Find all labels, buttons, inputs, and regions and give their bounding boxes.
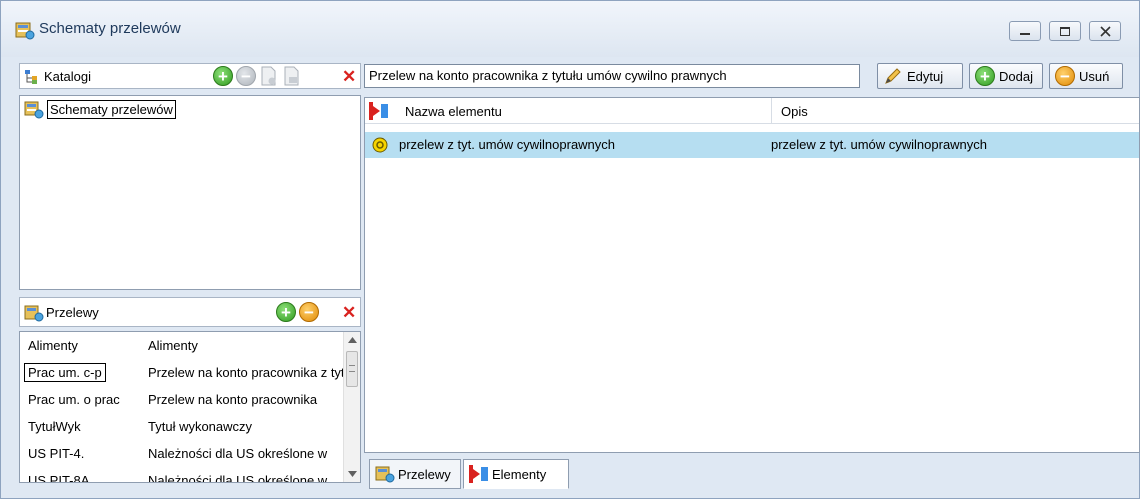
delete-transfer-button[interactable]: ✕: [342, 304, 356, 321]
catalogs-header: Katalogi + − ✕: [19, 63, 361, 89]
edit-button[interactable]: Edytuj: [877, 63, 963, 89]
list-item[interactable]: Alimenty Alimenty: [20, 335, 340, 357]
tree-item-label: Schematy przelewów: [47, 99, 176, 119]
list-item[interactable]: US PIT-4. Należności dla US określone w: [20, 443, 340, 465]
transfers-header: Przelewy + − ✕: [19, 297, 361, 327]
window-title: Schematy przelewów: [39, 20, 181, 37]
catalog-tree-icon: [25, 70, 37, 84]
transfer-name: Przelew na konto pracownika: [148, 392, 318, 407]
element-name: przelew z tyt. umów cywilnoprawnych: [399, 137, 616, 152]
transfer-name: Tytuł wykonawczy: [148, 419, 253, 434]
edit-label: Edytuj: [907, 68, 944, 84]
remove-catalog-button[interactable]: −: [236, 66, 256, 86]
list-item[interactable]: Prac um. o prac Przelew na konto pracown…: [20, 389, 340, 411]
table-row[interactable]: przelew z tyt. umów cywilnoprawnych prze…: [365, 132, 1139, 158]
transfer-code: Alimenty: [28, 338, 78, 353]
column-divider: [771, 98, 772, 124]
plus-icon: +: [218, 66, 228, 86]
title-bar: Schematy przelewów: [1, 1, 1139, 57]
new-document-icon[interactable]: [260, 66, 278, 86]
transfer-name: Należności dla US określone w: [148, 446, 328, 461]
transfer-code: US PIT-4.: [28, 446, 85, 461]
transfers-title: Przelewy: [46, 305, 99, 320]
tree-item-schemes[interactable]: Schematy przelewów: [24, 99, 176, 119]
transfer-schemes-window: Schematy przelewów Katalogi + − ✕ Schema…: [0, 0, 1140, 499]
scheme-description-field[interactable]: Przelew na konto pracownika z tytułu umó…: [364, 64, 860, 88]
elements-icon: [369, 102, 388, 120]
add-transfer-button[interactable]: +: [276, 302, 296, 322]
minus-icon: −: [304, 302, 314, 322]
pencil-icon: [885, 68, 901, 84]
column-header-desc[interactable]: Opis: [781, 104, 808, 119]
catalog-icon: [24, 101, 44, 119]
add-button[interactable]: + Dodaj: [969, 63, 1043, 89]
close-icon: [1099, 25, 1111, 37]
catalogs-title: Katalogi: [44, 69, 91, 84]
transfer-name: Należności dla US określone w: [148, 473, 328, 483]
element-status-icon: [372, 137, 388, 153]
transfer-code: Prac um. c-p: [24, 363, 106, 382]
list-scrollbar[interactable]: [343, 332, 360, 482]
plus-icon: +: [281, 302, 291, 322]
edit-document-icon[interactable]: [283, 66, 301, 86]
tab-label: Przelewy: [398, 466, 451, 482]
add-catalog-button[interactable]: +: [213, 66, 233, 86]
elements-icon: [469, 465, 488, 483]
delete-x-icon: ✕: [342, 303, 357, 322]
add-label: Dodaj: [999, 68, 1033, 84]
transfers-icon: [375, 466, 395, 483]
minus-icon: −: [241, 66, 251, 86]
transfer-code: US PIT-8A: [28, 473, 90, 483]
app-icon: [15, 22, 35, 40]
transfer-name: Alimenty: [148, 338, 198, 353]
maximize-button[interactable]: [1049, 21, 1081, 41]
delete-label: Usuń: [1079, 68, 1110, 84]
elements-grid: Nazwa elementu Opis przelew z tyt. umów …: [364, 97, 1140, 453]
element-description: przelew z tyt. umów cywilnoprawnych: [771, 137, 988, 152]
grid-header: Nazwa elementu Opis: [365, 98, 1139, 124]
list-item[interactable]: TytułWyk Tytuł wykonawczy: [20, 416, 340, 438]
minus-icon: −: [1055, 66, 1075, 86]
minimize-icon: [1020, 33, 1030, 35]
scroll-thumb[interactable]: [346, 351, 358, 387]
delete-button[interactable]: − Usuń: [1049, 63, 1123, 89]
minimize-button[interactable]: [1009, 21, 1041, 41]
tab-elementy[interactable]: Elementy: [463, 459, 569, 489]
transfer-code: TytułWyk: [28, 419, 81, 434]
list-item[interactable]: Prac um. c-p Przelew na konto pracownika…: [20, 362, 344, 384]
column-header-name[interactable]: Nazwa elementu: [405, 104, 502, 119]
plus-icon: +: [975, 66, 995, 86]
scroll-up-icon[interactable]: [348, 337, 357, 343]
transfers-icon: [24, 305, 44, 322]
transfers-list: Alimenty Alimenty Prac um. c-p Przelew n…: [19, 331, 361, 483]
close-button[interactable]: [1089, 21, 1121, 41]
delete-catalog-button[interactable]: ✕: [342, 68, 356, 85]
remove-transfer-button[interactable]: −: [299, 302, 319, 322]
transfer-code: Prac um. o prac: [28, 392, 120, 407]
scroll-down-icon[interactable]: [348, 471, 357, 477]
tab-przelewy[interactable]: Przelewy: [369, 459, 461, 489]
catalog-tree: Schematy przelewów: [19, 95, 361, 290]
transfer-name: Przelew na konto pracownika z tytułu umó…: [148, 365, 344, 380]
grip-icon: [349, 365, 355, 372]
list-item[interactable]: US PIT-8A Należności dla US określone w: [20, 470, 340, 483]
maximize-icon: [1060, 26, 1070, 36]
tab-label: Elementy: [492, 466, 547, 482]
delete-x-icon: ✕: [342, 67, 357, 86]
